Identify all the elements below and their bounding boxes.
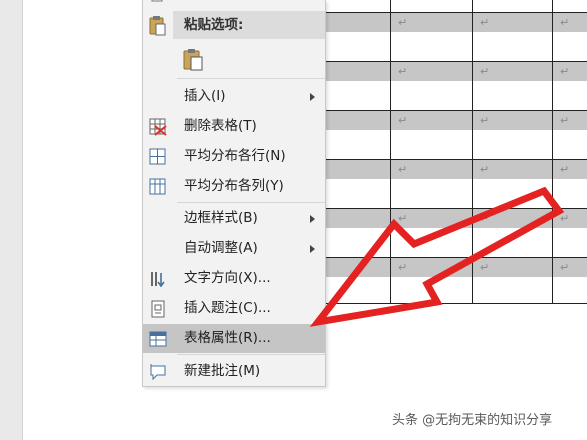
watermark: 头条 @无拘无束的知识分享 (392, 413, 553, 428)
red-pointer-arrow (309, 186, 565, 327)
